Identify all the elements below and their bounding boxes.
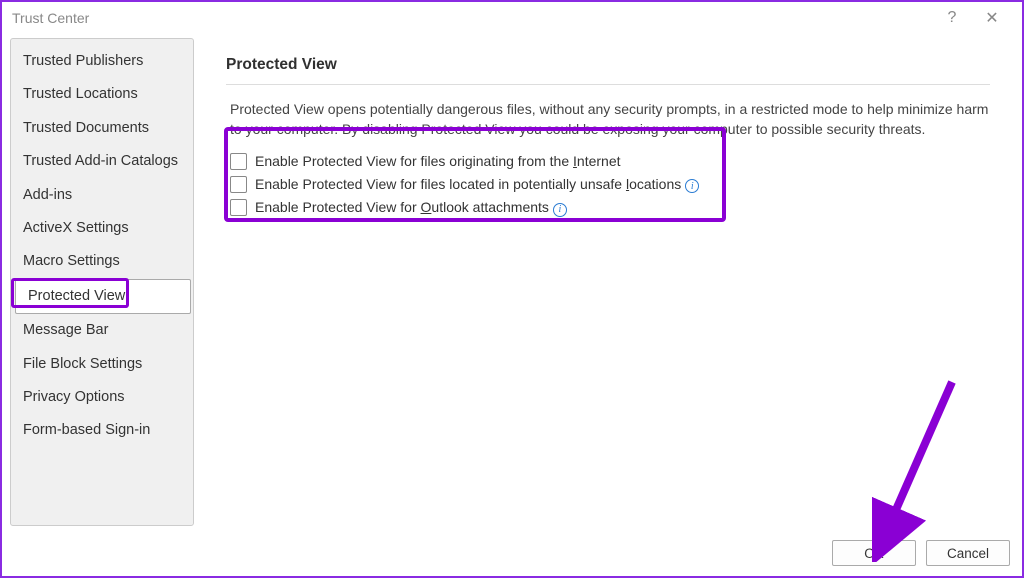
checkbox-row-internet: Enable Protected View for files originat… xyxy=(230,150,990,173)
close-button[interactable]: ✕ xyxy=(972,8,1012,28)
info-icon[interactable]: i xyxy=(685,179,699,193)
content-heading: Protected View xyxy=(226,56,990,85)
checkbox-list: Enable Protected View for files originat… xyxy=(226,150,990,220)
cancel-button[interactable]: Cancel xyxy=(926,540,1010,566)
window-title: Trust Center xyxy=(12,10,932,26)
info-icon[interactable]: i xyxy=(553,203,567,217)
titlebar: Trust Center ? ✕ xyxy=(2,2,1022,34)
sidebar-item-message-bar[interactable]: Message Bar xyxy=(11,314,193,347)
checkbox-unsafe-locations[interactable] xyxy=(230,176,247,193)
help-button[interactable]: ? xyxy=(932,9,972,27)
sidebar-item-protected-view[interactable]: Protected View xyxy=(15,279,191,314)
trust-center-dialog: Trust Center ? ✕ Trusted Publishers Trus… xyxy=(0,0,1024,578)
sidebar: Trusted Publishers Trusted Locations Tru… xyxy=(10,38,194,526)
ok-button[interactable]: OK xyxy=(832,540,916,566)
sidebar-item-add-ins[interactable]: Add-ins xyxy=(11,179,193,212)
sidebar-item-privacy-options[interactable]: Privacy Options xyxy=(11,381,193,414)
sidebar-item-file-block-settings[interactable]: File Block Settings xyxy=(11,348,193,381)
sidebar-item-trusted-documents[interactable]: Trusted Documents xyxy=(11,112,193,145)
checkbox-label-outlook: Enable Protected View for Outlook attach… xyxy=(255,199,567,217)
checkbox-label-unsafe-locations: Enable Protected View for files located … xyxy=(255,176,699,194)
content-panel: Protected View Protected View opens pote… xyxy=(194,38,1014,526)
sidebar-item-macro-settings[interactable]: Macro Settings xyxy=(11,245,193,278)
body-area: Trusted Publishers Trusted Locations Tru… xyxy=(2,34,1022,534)
checkbox-row-outlook: Enable Protected View for Outlook attach… xyxy=(230,196,990,220)
checkbox-row-unsafe-locations: Enable Protected View for files located … xyxy=(230,173,990,197)
checkbox-label-internet: Enable Protected View for files originat… xyxy=(255,153,621,169)
footer: OK Cancel xyxy=(2,534,1022,576)
checkbox-outlook[interactable] xyxy=(230,199,247,216)
sidebar-item-trusted-publishers[interactable]: Trusted Publishers xyxy=(11,45,193,78)
content-description: Protected View opens potentially dangero… xyxy=(226,99,990,140)
sidebar-item-form-based-signin[interactable]: Form-based Sign-in xyxy=(11,414,193,447)
sidebar-item-trusted-locations[interactable]: Trusted Locations xyxy=(11,78,193,111)
sidebar-item-trusted-addin-catalogs[interactable]: Trusted Add-in Catalogs xyxy=(11,145,193,178)
sidebar-item-activex-settings[interactable]: ActiveX Settings xyxy=(11,212,193,245)
checkbox-internet[interactable] xyxy=(230,153,247,170)
